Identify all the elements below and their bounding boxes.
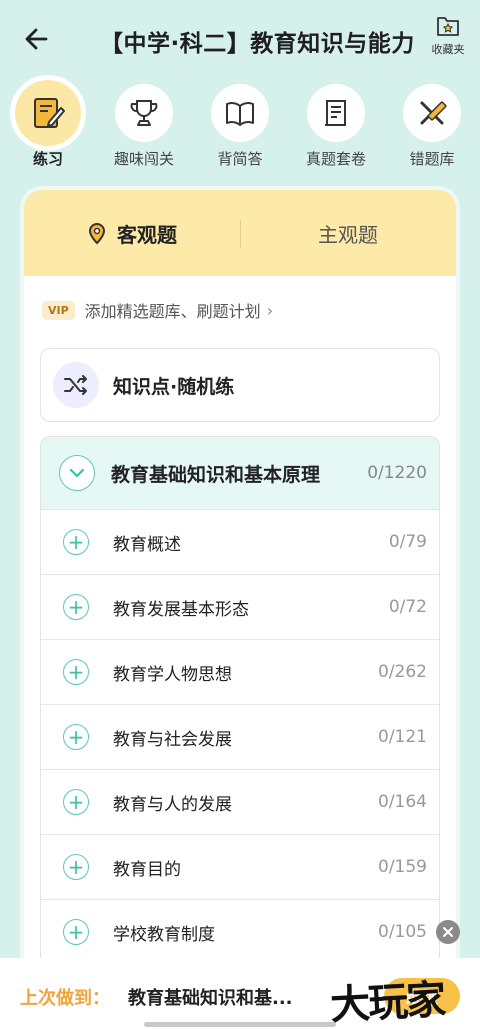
nav-item-wrong-questions[interactable]: 错题库 — [384, 84, 480, 169]
close-icon[interactable] — [436, 920, 460, 944]
list-item-count: 0/159 — [378, 857, 427, 877]
list-item-label: 学校教育制度 — [113, 924, 215, 945]
nav-label: 趣味闯关 — [113, 150, 174, 168]
header: 【中学·科二】教育知识与能力 收藏夹 — [0, 0, 480, 80]
list-item-count: 0/72 — [388, 597, 427, 617]
vip-text: 添加精选题库、刷题计划 — [84, 302, 261, 321]
list-item-label: 教育概述 — [113, 534, 181, 555]
nav-label: 练习 — [32, 150, 63, 168]
category-nav: 练习 趣味闯关 背简答 真题套卷 错题库 — [0, 80, 480, 168]
wrong-questions-icon — [420, 101, 447, 125]
vip-badge: VIP — [42, 300, 75, 320]
favorites-folder-icon — [437, 17, 459, 36]
resume-bar[interactable]: 上次做到： 教育基础知识和基... 继续 大玩家 — [0, 958, 480, 1029]
plus-icon[interactable]: + — [63, 919, 89, 945]
list-item[interactable]: + 教育概述 0/79 — [41, 509, 439, 574]
plus-icon[interactable]: + — [63, 594, 89, 620]
list-item[interactable]: + 教育目的 0/159 — [41, 834, 439, 899]
list-item[interactable]: + 教育学人物思想 0/262 — [41, 639, 439, 704]
question-bank-card: 客观题 主观题 VIP 添加精选题库、刷题计划 › 知识点·随机练 教育基础知识… — [20, 186, 460, 986]
list-item-count: 0/79 — [388, 532, 427, 552]
random-practice-button[interactable]: 知识点·随机练 — [40, 348, 440, 422]
scroll-icon — [325, 100, 346, 126]
list-item-count: 0/164 — [378, 792, 427, 812]
random-practice-label: 知识点·随机练 — [113, 375, 235, 398]
nav-label: 真题套卷 — [305, 150, 366, 168]
chapter-title: 教育基础知识和基本原理 — [111, 463, 321, 486]
plus-icon[interactable]: + — [63, 854, 89, 880]
list-item-label: 教育与人的发展 — [113, 794, 232, 815]
list-item-count: 0/262 — [378, 662, 427, 682]
nav-item-short-answer[interactable]: 背简答 — [192, 84, 288, 169]
trophy-icon — [130, 100, 158, 126]
tab-subjective-label: 主观题 — [318, 222, 378, 247]
nav-item-past-papers[interactable]: 真题套卷 — [288, 84, 384, 169]
tab-objective-label: 客观题 — [117, 222, 177, 247]
plus-icon[interactable]: + — [63, 724, 89, 750]
nav-label: 错题库 — [409, 150, 455, 168]
last-progress-label: 上次做到： — [20, 988, 110, 1009]
vip-banner[interactable]: VIP 添加精选题库、刷题计划 › — [42, 298, 273, 322]
chapter-count: 0/1220 — [367, 463, 427, 483]
chapter-header[interactable]: 教育基础知识和基本原理 0/1220 — [41, 437, 439, 509]
list-item[interactable]: + 教育与社会发展 0/121 — [41, 704, 439, 769]
list-item-label: 教育学人物思想 — [113, 664, 232, 685]
shuffle-icon — [53, 362, 99, 408]
plus-icon[interactable]: + — [63, 789, 89, 815]
list-item-label: 教育发展基本形态 — [113, 599, 249, 620]
last-progress-value: 教育基础知识和基... — [128, 988, 293, 1009]
nav-label: 背简答 — [217, 150, 263, 168]
list-item-label: 教育与社会发展 — [113, 729, 232, 750]
list-item-label: 教育目的 — [113, 859, 181, 880]
favorites-label: 收藏夹 — [431, 43, 465, 56]
location-pin-icon — [88, 223, 106, 245]
plus-icon[interactable]: + — [63, 529, 89, 555]
open-book-icon — [226, 101, 254, 126]
knowledge-tree: 教育基础知识和基本原理 0/1220 + 教育概述 0/79 + 教育发展基本形… — [40, 436, 440, 965]
question-type-tabs: 客观题 主观题 — [24, 190, 456, 276]
list-item-count: 0/105 — [378, 922, 427, 942]
practice-book-icon — [34, 98, 65, 128]
list-item[interactable]: + 教育发展基本形态 0/72 — [41, 574, 439, 639]
plus-icon[interactable]: + — [63, 659, 89, 685]
nav-item-practice[interactable]: 练习 — [0, 80, 96, 169]
list-item[interactable]: + 教育与人的发展 0/164 — [41, 769, 439, 834]
tab-subjective[interactable]: 主观题 — [240, 190, 456, 276]
page-title: 【中学·科二】教育知识与能力 — [100, 31, 415, 57]
list-item[interactable]: + 学校教育制度 0/105 — [41, 899, 439, 964]
home-indicator — [144, 1022, 336, 1027]
list-item-count: 0/121 — [378, 727, 427, 747]
chevron-right-icon: › — [266, 300, 274, 320]
nav-item-challenge[interactable]: 趣味闯关 — [96, 84, 192, 169]
chevron-down-icon[interactable] — [59, 455, 95, 491]
back-arrow-icon[interactable] — [22, 24, 52, 54]
watermark-logo: 大玩家 — [329, 976, 446, 1029]
favorites-button[interactable]: 收藏夹 — [426, 14, 470, 57]
tab-objective[interactable]: 客观题 — [24, 190, 240, 276]
